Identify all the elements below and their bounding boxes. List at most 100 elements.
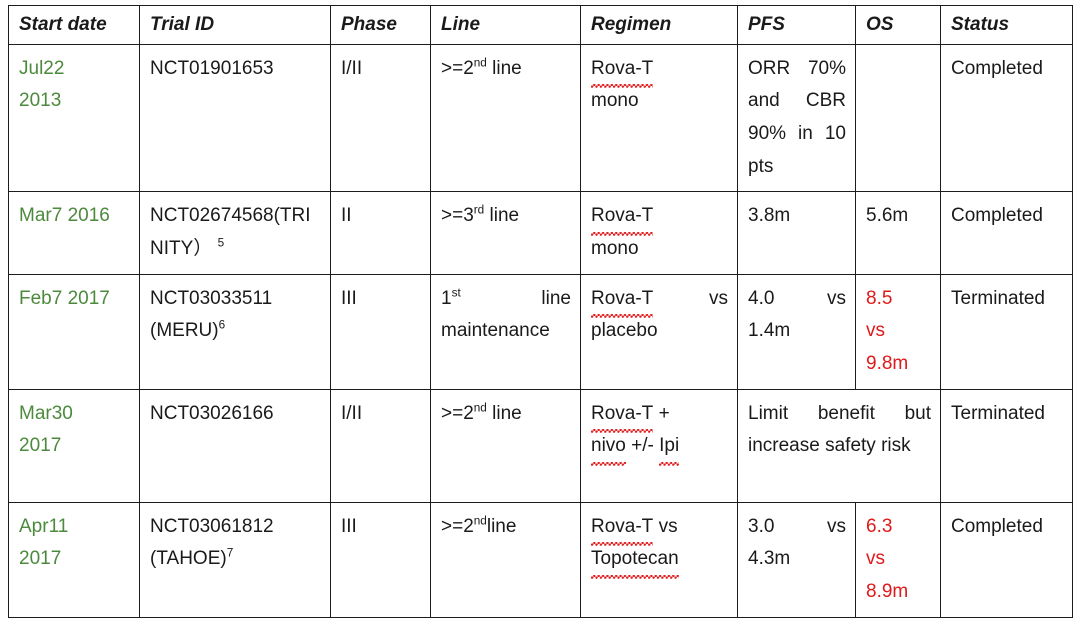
cell-os: 5.6m xyxy=(855,191,941,275)
cell-trial-id: NCT03061812 (TAHOE)7 xyxy=(139,501,331,618)
line-suffix: line maintenance xyxy=(441,287,571,342)
regimen-drug-name: Rova-T xyxy=(591,283,654,319)
column-header-line: Line xyxy=(430,5,581,45)
trial-id-reference: 6 xyxy=(218,319,226,333)
table-row: Mar7 2016 NCT02674568(TRINITY） 5 II >=3r… xyxy=(8,191,1073,275)
cell-pfs: 3.8m xyxy=(737,191,856,275)
start-date-line-2: 2017 xyxy=(19,548,62,570)
trial-id-text: NCT03026166 xyxy=(150,402,274,424)
start-date-line-1: Apr11 xyxy=(19,515,69,537)
line-suffix: line xyxy=(486,515,517,537)
start-date-line-1: Jul22 xyxy=(19,57,65,79)
pfs-text: ORR 70% and CBR 90% in 10 pts xyxy=(748,57,846,177)
trial-id-reference: 5 xyxy=(217,236,225,250)
os-comparator: vs xyxy=(866,548,885,570)
regimen-drug-name: Rova-T xyxy=(591,398,654,434)
trial-id-text: NCT03033511 (MERU) xyxy=(150,287,273,342)
trial-id-text: NCT03061812 (TAHOE) xyxy=(150,515,274,570)
phase-text: II xyxy=(341,205,352,227)
table-row: Apr11 2017 NCT03061812 (TAHOE)7 III >=2n… xyxy=(8,501,1073,618)
line-prefix: 1 xyxy=(441,287,452,309)
status-text: Completed xyxy=(951,205,1043,227)
cell-line: >=2nd line xyxy=(430,388,581,503)
cell-pfs: 4.0 vs 1.4m xyxy=(737,273,856,390)
table-header-row: Start date Trial ID Phase Line Regimen P… xyxy=(8,5,1073,45)
regimen-connector: +/- xyxy=(625,435,660,457)
column-header-pfs: PFS xyxy=(737,5,856,45)
os-value-line-1: 8.5 xyxy=(866,287,893,309)
cell-trial-id: NCT03033511 (MERU)6 xyxy=(139,273,331,390)
cell-line: 1st line maintenance xyxy=(430,273,581,390)
column-header-phase: Phase xyxy=(330,5,431,45)
cell-start-date: Apr11 2017 xyxy=(8,501,140,618)
cell-regimen: Rova-T + nivo +/- Ipi xyxy=(580,388,738,503)
phase-text: I/II xyxy=(341,402,363,424)
cell-pfs: 3.0 vs 4.3m xyxy=(737,501,856,618)
phase-text: III xyxy=(341,287,357,309)
trial-id-text: NCT02674568(TRINITY） xyxy=(150,205,311,260)
pfs-text: 3.8m xyxy=(748,205,791,227)
line-suffix: line xyxy=(486,57,522,79)
pfs-text: 3.0 vs 4.3m xyxy=(748,515,846,570)
pfs-text: Limit benefit but increase safety risk xyxy=(748,402,931,457)
regimen-detail: mono xyxy=(591,90,639,112)
os-text: 5.6m xyxy=(866,205,909,227)
cell-status: Completed xyxy=(940,501,1073,618)
trial-id-text: NCT01901653 xyxy=(150,57,274,79)
cell-phase: II xyxy=(330,191,431,275)
cell-phase: I/II xyxy=(330,388,431,503)
column-header-status: Status xyxy=(940,5,1073,45)
cell-line: >=2ndline xyxy=(430,501,581,618)
line-prefix: >=2 xyxy=(441,57,474,79)
cell-status: Terminated xyxy=(940,273,1073,390)
regimen-plus: + xyxy=(653,402,670,424)
cell-line: >=2nd line xyxy=(430,43,581,193)
line-prefix: >=3 xyxy=(441,205,474,227)
start-date-line-1: Feb7 2017 xyxy=(19,287,110,309)
trial-id-reference: 7 xyxy=(226,547,234,561)
regimen-drug-name: Rova-T xyxy=(591,53,654,89)
start-date-line-1: Mar7 2016 xyxy=(19,205,110,227)
cell-status: Terminated xyxy=(940,388,1073,503)
table-row: Jul22 2013 NCT01901653 I/II >=2nd line R… xyxy=(8,43,1073,193)
start-date-line-1: Mar30 xyxy=(19,402,73,424)
cell-trial-id: NCT01901653 xyxy=(139,43,331,193)
line-ordinal-suffix: rd xyxy=(473,204,485,218)
start-date-line-2: 2013 xyxy=(19,90,62,112)
cell-os: 8.5 vs 9.8m xyxy=(855,273,941,390)
cell-start-date: Feb7 2017 xyxy=(8,273,140,390)
status-text: Completed xyxy=(951,57,1043,79)
column-header-trial-id: Trial ID xyxy=(139,5,331,45)
line-prefix: >=2 xyxy=(441,515,474,537)
line-suffix: line xyxy=(486,402,522,424)
status-text: Terminated xyxy=(951,402,1045,424)
clinical-trial-table: Start date Trial ID Phase Line Regimen P… xyxy=(8,5,1073,618)
status-text: Terminated xyxy=(951,287,1045,309)
line-suffix: line xyxy=(484,205,520,227)
cell-trial-id: NCT03026166 xyxy=(139,388,331,503)
cell-start-date: Jul22 2013 xyxy=(8,43,140,193)
cell-start-date: Mar30 2017 xyxy=(8,388,140,503)
line-ordinal-suffix: st xyxy=(451,286,461,300)
table-row: Mar30 2017 NCT03026166 I/II >=2nd line R… xyxy=(8,388,1073,503)
cell-status: Completed xyxy=(940,191,1073,275)
regimen-drug-name: Rova-T xyxy=(591,511,654,547)
line-ordinal-suffix: nd xyxy=(473,514,487,528)
regimen-connector: vs xyxy=(653,515,678,537)
regimen-drug-name-3: Ipi xyxy=(659,430,680,466)
cell-phase: I/II xyxy=(330,43,431,193)
pfs-text: 4.0 vs 1.4m xyxy=(748,287,846,342)
column-header-start-date: Start date xyxy=(8,5,140,45)
cell-regimen: Rova-T mono xyxy=(580,43,738,193)
column-header-os: OS xyxy=(855,5,941,45)
os-value-line-2: 8.9m xyxy=(866,581,909,603)
regimen-drug-name-2: nivo xyxy=(591,430,626,466)
cell-pfs-os-merged: Limit benefit but increase safety risk xyxy=(737,388,941,503)
cell-regimen: Rova-T mono xyxy=(580,191,738,275)
cell-start-date: Mar7 2016 xyxy=(8,191,140,275)
cell-status: Completed xyxy=(940,43,1073,193)
phase-text: III xyxy=(341,515,357,537)
os-value-line-2: 9.8m xyxy=(866,353,909,375)
cell-os: 6.3 vs 8.9m xyxy=(855,501,941,618)
line-ordinal-suffix: nd xyxy=(473,401,487,415)
